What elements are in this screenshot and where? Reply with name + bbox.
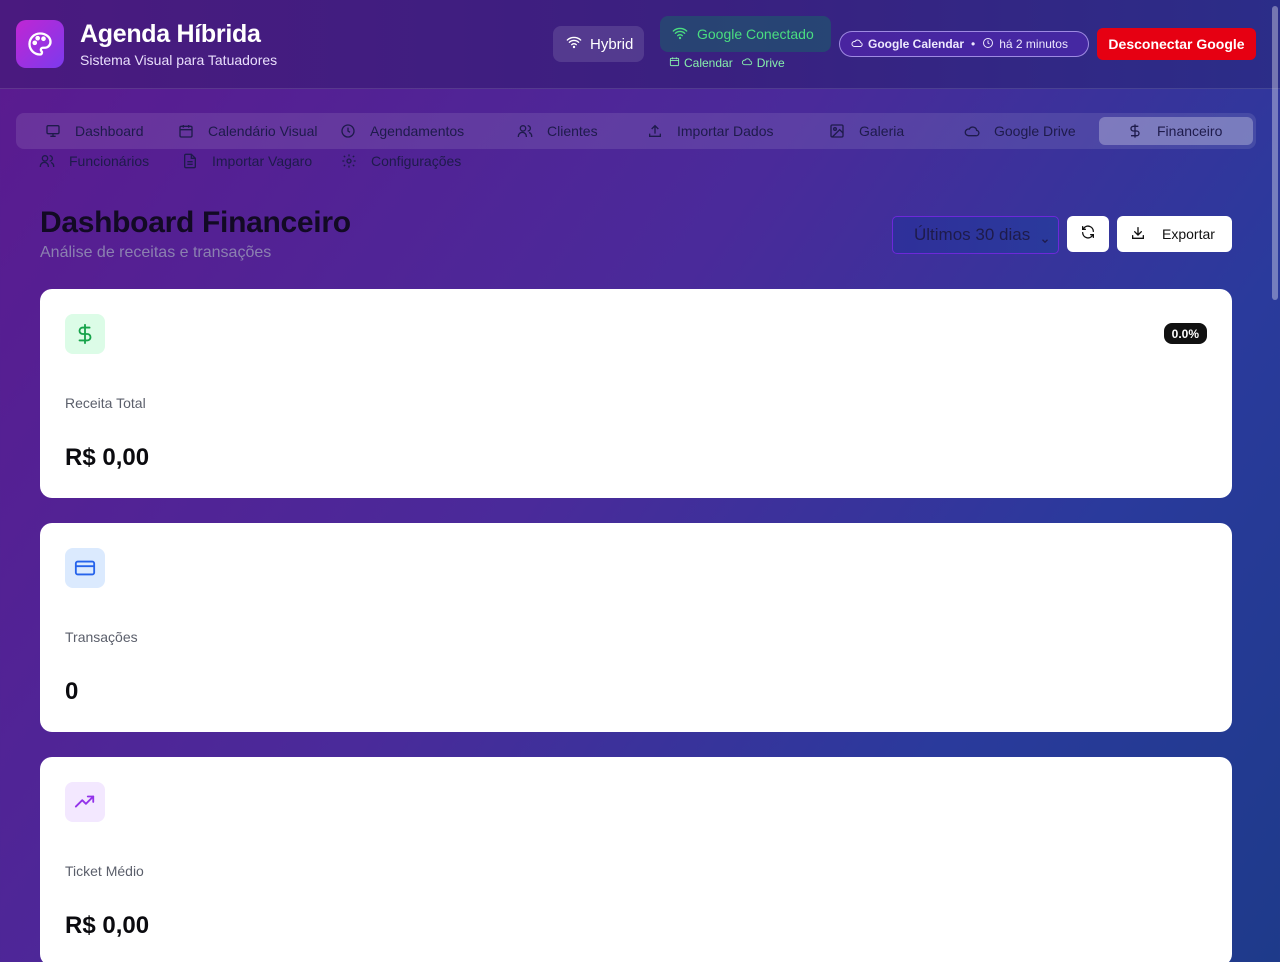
page-subtitle: Análise de receitas e transações	[40, 244, 272, 261]
nav-item-importar-dados[interactable]: Importar Dados	[647, 117, 773, 145]
nav-item-clientes[interactable]: Clientes	[517, 117, 598, 145]
calendar-link-label: Calendar	[684, 56, 733, 70]
period-select-value: Últimos 30 dias	[914, 225, 1031, 244]
image-icon	[829, 123, 845, 139]
cloud-icon	[741, 56, 753, 70]
app-header: Agenda Híbrida Sistema Visual para Tatua…	[0, 0, 1280, 89]
nav-item-label: Configurações	[371, 153, 462, 169]
hybrid-mode-indicator[interactable]: Hybrid	[553, 26, 644, 62]
calendar-link[interactable]: Calendar	[669, 56, 733, 70]
sync-service-label: Google Calendar	[868, 37, 965, 51]
sync-time-label: há 2 minutos	[999, 37, 1068, 51]
stat-card-ticket-medio: Ticket Médio R$ 0,00	[40, 757, 1232, 962]
dollar-icon	[65, 314, 105, 354]
sync-status-badge: Google Calendar • há 2 minutos	[839, 31, 1089, 57]
file-icon	[182, 153, 198, 169]
settings-icon	[341, 153, 357, 169]
nav-item-google-drive[interactable]: Google Drive	[964, 117, 1076, 145]
google-connected-label: Google Conectado	[697, 26, 814, 42]
stat-value: R$ 0,00	[65, 444, 150, 471]
period-select[interactable]: Últimos 30 dias	[892, 216, 1059, 254]
page-title: Dashboard Financeiro	[40, 206, 351, 239]
export-button[interactable]: Exportar	[1117, 216, 1232, 252]
disconnect-google-button[interactable]: Desconectar Google	[1097, 28, 1256, 60]
stat-label: Receita Total	[65, 395, 146, 411]
nav-item-label: Agendamentos	[370, 123, 465, 139]
cloud-icon	[964, 123, 980, 139]
export-button-label: Exportar	[1162, 226, 1215, 242]
hybrid-mode-label: Hybrid	[590, 35, 634, 53]
monitor-icon	[45, 123, 61, 139]
change-badge: 0.0%	[1163, 323, 1207, 344]
download-icon	[1130, 225, 1146, 244]
clock-icon	[982, 37, 994, 52]
app-subtitle: Sistema Visual para Tatuadores	[80, 52, 278, 68]
nav-item-importar-vagaro[interactable]: Importar Vagaro	[182, 147, 312, 175]
users-icon	[517, 123, 533, 139]
nav-item-configuracoes[interactable]: Configurações	[341, 147, 461, 175]
page-scrollbar[interactable]	[1272, 6, 1278, 300]
nav-item-label: Funcionários	[69, 153, 150, 169]
nav-item-label: Galeria	[859, 123, 905, 139]
nav-item-label: Dashboard	[75, 123, 144, 139]
calendar-icon	[669, 56, 680, 70]
stat-card-transacoes: Transações 0	[40, 523, 1232, 732]
nav-item-calendario-visual[interactable]: Calendário Visual	[178, 117, 317, 145]
nav-item-label: Calendário Visual	[208, 123, 318, 139]
drive-link[interactable]: Drive	[741, 56, 785, 70]
nav-item-label: Clientes	[547, 123, 598, 139]
clock-icon	[340, 123, 356, 139]
nav-item-label: Importar Dados	[677, 123, 774, 139]
google-connected-status[interactable]: Google Conectado	[660, 16, 831, 52]
refresh-icon	[1080, 224, 1096, 245]
stat-card-receita-total: 0.0% Receita Total R$ 0,00	[40, 289, 1232, 498]
stat-value: R$ 0,00	[65, 912, 150, 939]
nav-item-funcionarios[interactable]: Funcionários	[39, 147, 149, 175]
upload-icon	[647, 123, 663, 139]
refresh-button[interactable]	[1067, 216, 1109, 252]
stat-label: Transações	[65, 629, 138, 645]
nav-item-dashboard[interactable]: Dashboard	[45, 117, 144, 145]
nav-item-label: Financeiro	[1157, 123, 1223, 139]
app-title: Agenda Híbrida	[80, 20, 261, 48]
calendar-icon	[178, 123, 194, 139]
wifi-icon	[566, 34, 582, 54]
nav-item-label: Importar Vagaro	[212, 153, 313, 169]
drive-link-label: Drive	[756, 56, 785, 70]
cloud-icon	[851, 37, 863, 52]
nav-item-galeria[interactable]: Galeria	[829, 117, 904, 145]
google-service-links: Calendar Drive	[669, 56, 785, 70]
stat-value: 0	[65, 678, 79, 705]
wifi-icon	[672, 25, 688, 44]
nav-item-agendamentos[interactable]: Agendamentos	[340, 117, 464, 145]
trending-up-icon	[65, 782, 105, 822]
palette-icon	[16, 20, 64, 68]
credit-card-icon	[65, 548, 105, 588]
sync-separator: •	[971, 37, 976, 51]
chevron-down-icon	[1040, 231, 1050, 251]
users-icon	[39, 153, 55, 169]
nav-item-label: Google Drive	[994, 123, 1076, 139]
dollar-icon	[1127, 123, 1143, 139]
nav-item-financeiro[interactable]: Financeiro	[1099, 117, 1253, 145]
stat-label: Ticket Médio	[65, 863, 144, 879]
